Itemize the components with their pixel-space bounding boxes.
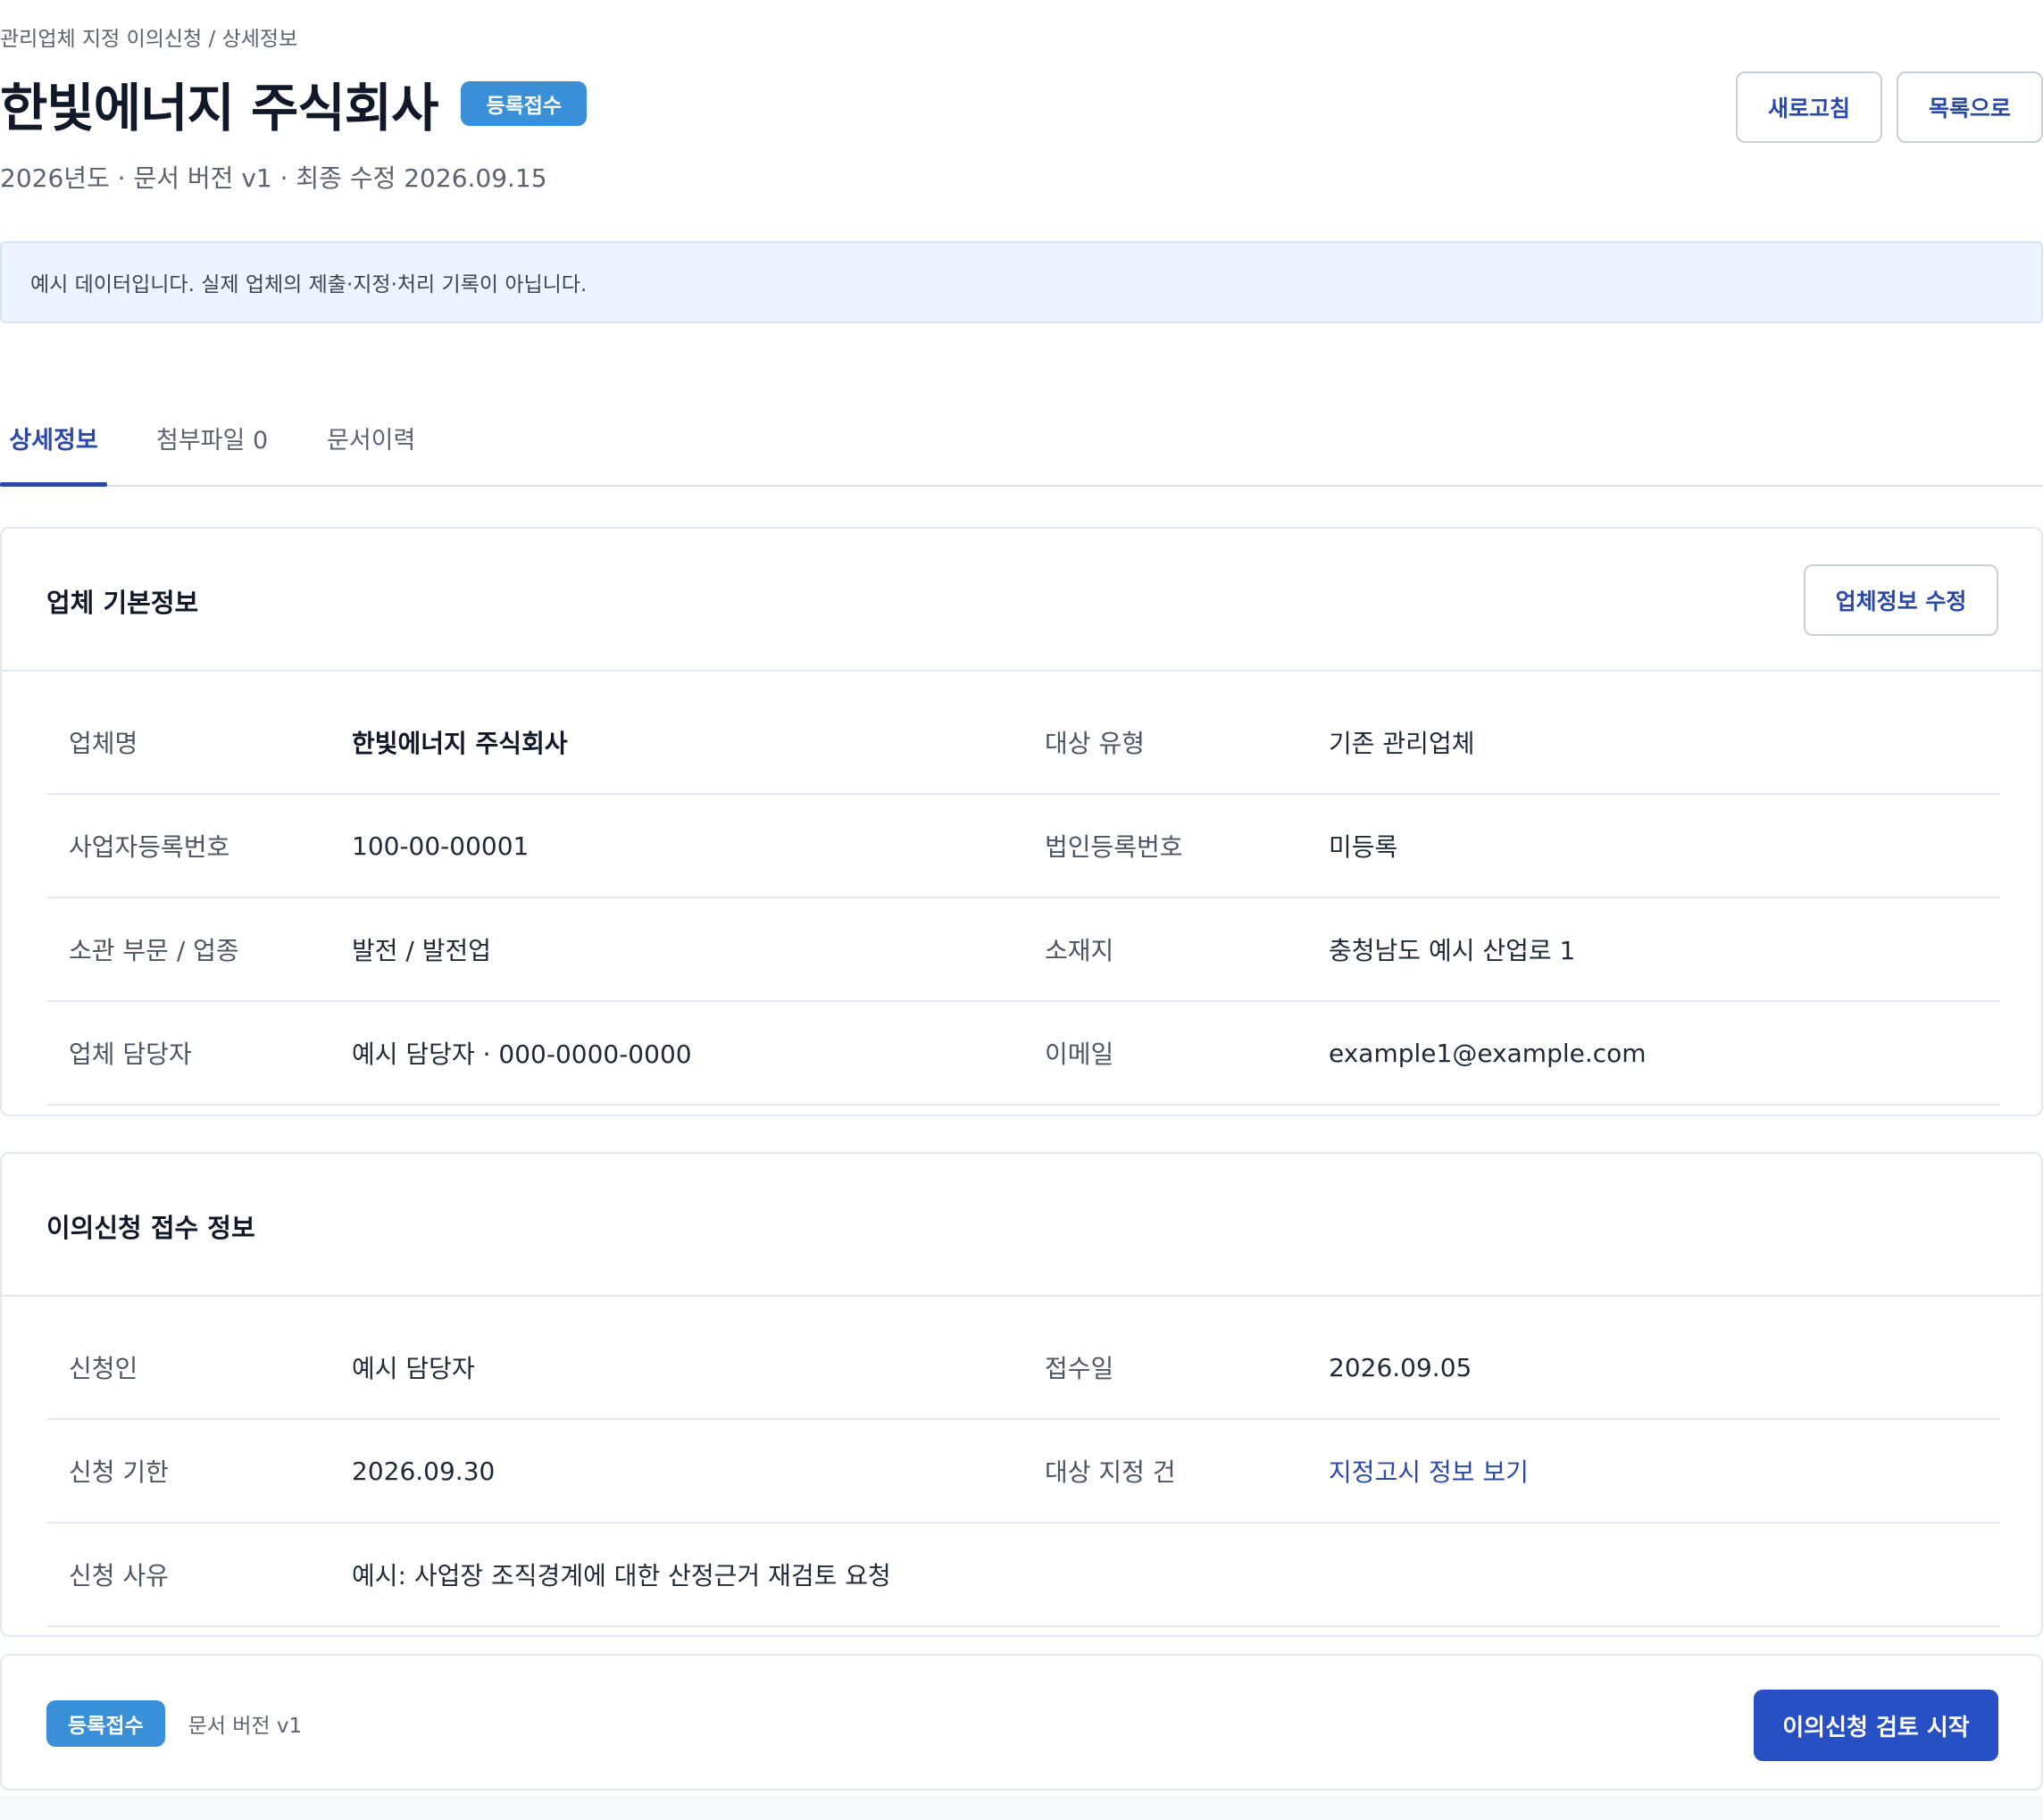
field-value: example1@example.com — [1329, 1038, 1647, 1068]
field-value: 2026.09.05 — [1329, 1352, 1472, 1382]
field-label: 소관 부문 / 업종 — [69, 936, 239, 965]
field-label: 대상 지정 건 — [1045, 1457, 1176, 1487]
status-badge: 등록접수 — [46, 1700, 165, 1747]
breadcrumb: 관리업체 지정 이의신청 / 상세정보 — [0, 28, 298, 51]
field-value: 발전 / 발전업 — [352, 936, 492, 965]
tab-detail[interactable]: 상세정보 — [0, 406, 107, 487]
card-title: 이의신청 접수 정보 — [46, 1213, 255, 1243]
tab-bar: 상세정보 첨부파일 0 문서이력 — [0, 406, 2043, 487]
info-row: 소관 부문 / 업종 발전 / 발전업 소재지 충청남도 예시 산업로 1 — [46, 898, 2000, 1002]
field-label: 사업자등록번호 — [69, 832, 230, 862]
info-row: 업체명 한빛에너지 주식회사 대상 유형 기존 관리업체 — [46, 691, 2000, 795]
back-to-list-button[interactable]: 목록으로 — [1897, 71, 2043, 143]
objection-info-card: 이의신청 접수 정보 신청인 예시 담당자 접수일 2026.09.05 신청 … — [0, 1152, 2043, 1637]
info-row: 신청 기한 2026.09.30 대상 지정 건 지정고시 정보 보기 — [46, 1420, 2000, 1524]
info-row: 신청인 예시 담당자 접수일 2026.09.05 — [46, 1316, 2000, 1420]
company-info-card: 업체 기본정보 업체정보 수정 업체명 한빛에너지 주식회사 대상 유형 기존 … — [0, 527, 2043, 1116]
field-value: 예시 담당자 · 000-0000-0000 — [352, 1039, 692, 1069]
field-label: 신청 사유 — [69, 1561, 169, 1590]
info-row: 사업자등록번호 100-00-00001 법인등록번호 미등록 — [46, 795, 2000, 898]
designation-notice-link[interactable]: 지정고시 정보 보기 — [1329, 1420, 1529, 1522]
field-value: 100-00-00001 — [352, 831, 530, 861]
sample-data-notice: 예시 데이터입니다. 실제 업체의 제출·지정·처리 기록이 아닙니다. — [0, 241, 2043, 323]
field-label: 접수일 — [1045, 1354, 1114, 1383]
page-title: 한빛에너지 주식회사 — [0, 78, 438, 138]
field-value: 예시 담당자 — [352, 1354, 475, 1383]
field-label: 법인등록번호 — [1045, 832, 1183, 862]
page: 관리업체 지정 이의신청 / 상세정보 한빛에너지 주식회사 등록접수 2026… — [0, 0, 2043, 1820]
field-label: 업체 담당자 — [69, 1039, 192, 1069]
action-footer-card: 등록접수 문서 버전 v1 이의신청 검토 시작 — [0, 1654, 2043, 1791]
field-value: 충청남도 예시 산업로 1 — [1329, 936, 1576, 965]
status-badge: 등록접수 — [461, 81, 588, 126]
tab-attachments[interactable]: 첨부파일 0 — [156, 406, 268, 485]
field-label: 신청인 — [69, 1354, 138, 1383]
page-bottom-area — [0, 1795, 2043, 1820]
document-meta: 2026년도 · 문서 버전 v1 · 최종 수정 2026.09.15 — [0, 163, 547, 193]
card-title: 업체 기본정보 — [46, 588, 199, 618]
company-name-value: 한빛에너지 주식회사 — [352, 729, 568, 758]
field-label: 신청 기한 — [69, 1457, 169, 1487]
field-label: 대상 유형 — [1045, 729, 1145, 758]
edit-company-button[interactable]: 업체정보 수정 — [1804, 564, 1998, 636]
field-label: 소재지 — [1045, 936, 1114, 965]
field-value: 기존 관리업체 — [1329, 729, 1475, 758]
tab-document-history[interactable]: 문서이력 — [327, 406, 415, 485]
start-review-button[interactable]: 이의신청 검토 시작 — [1754, 1690, 1998, 1761]
field-label: 이메일 — [1045, 1039, 1114, 1069]
info-row: 업체 담당자 예시 담당자 · 000-0000-0000 이메일 exampl… — [46, 1002, 2000, 1106]
objection-info-card-header: 이의신청 접수 정보 — [2, 1154, 2041, 1297]
field-label: 업체명 — [69, 729, 138, 758]
notice-text: 예시 데이터입니다. 실제 업체의 제출·지정·처리 기록이 아닙니다. — [30, 273, 588, 296]
field-value: 예시: 사업장 조직경계에 대한 산정근거 재검토 요청 — [352, 1561, 891, 1590]
footer-status: 등록접수 문서 버전 v1 — [46, 1700, 302, 1747]
company-info-card-header: 업체 기본정보 업체정보 수정 — [2, 529, 2041, 672]
refresh-button[interactable]: 새로고침 — [1736, 71, 1882, 143]
field-value: 2026.09.30 — [352, 1456, 496, 1486]
title-row: 한빛에너지 주식회사 등록접수 — [0, 71, 588, 138]
field-value: 미등록 — [1329, 832, 1398, 862]
document-version: 문서 버전 v1 — [188, 1715, 303, 1738]
info-row: 신청 사유 예시: 사업장 조직경계에 대한 산정근거 재검토 요청 — [46, 1524, 2000, 1627]
